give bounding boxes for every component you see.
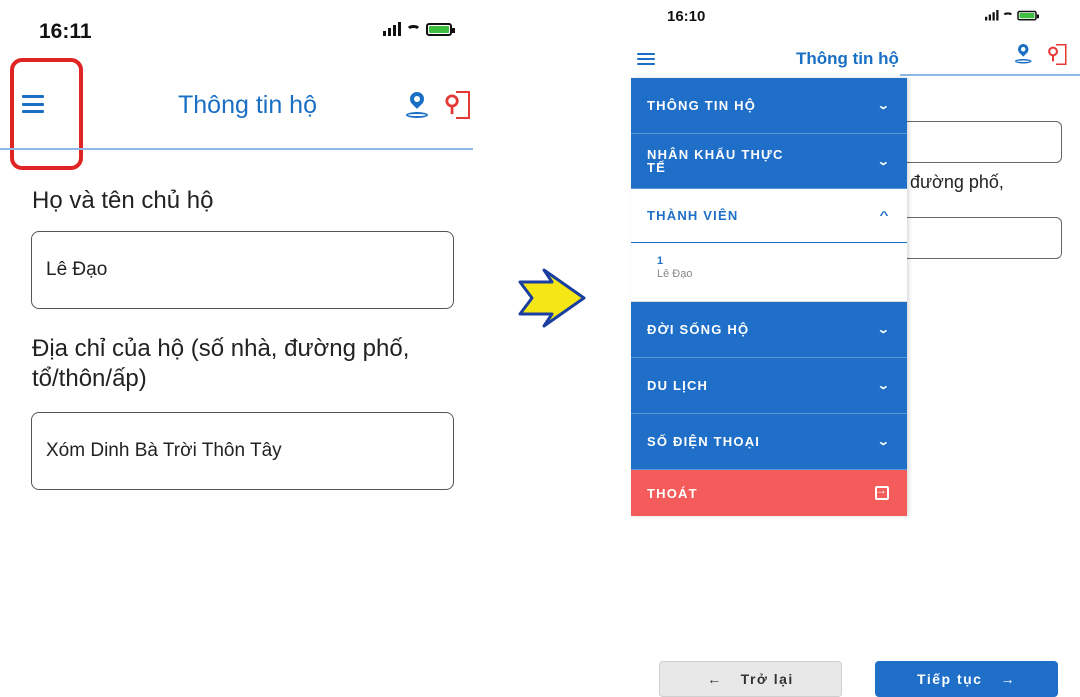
field-label-address-line1: Địa chỉ của hộ (số nhà, đường phố, xyxy=(32,335,410,362)
drawer-item-label: NHÂN KHẨU THỰC TẾ xyxy=(647,148,784,174)
chevron-down-icon: ⌄ xyxy=(876,380,892,392)
owner-name-value: Lê Đạo xyxy=(46,259,108,280)
drawer-item-household-info[interactable]: THÔNG TIN HỘ ⌄ xyxy=(631,78,907,134)
arrow-left-icon: ← xyxy=(707,671,723,687)
signal-icon xyxy=(985,10,999,21)
menu-icon[interactable] xyxy=(637,53,655,65)
field-label-owner: Họ và tên chủ hộ xyxy=(32,187,214,214)
drawer-item-label-line1: NHÂN KHẨU THỰC xyxy=(647,147,784,162)
battery-icon xyxy=(1017,10,1039,21)
location-pin-icon[interactable] xyxy=(406,89,428,118)
battery-icon xyxy=(426,23,455,36)
exit-icon[interactable]: ⚲ xyxy=(444,91,470,119)
drawer-item-actual-members[interactable]: NHÂN KHẨU THỰC TẾ ⌄ xyxy=(631,134,907,189)
owner-name-input[interactable]: Lê Đạo xyxy=(31,231,454,309)
drawer-item-label: SỐ ĐIỆN THOẠI xyxy=(647,434,761,449)
wifi-icon xyxy=(406,25,421,36)
next-button-label: Tiếp tục xyxy=(917,671,983,687)
address-value: Xóm Dinh Bà Trời Thôn Tây xyxy=(46,440,282,461)
exit-icon[interactable]: ⚲ xyxy=(1047,44,1067,65)
logout-icon xyxy=(875,483,889,500)
background-input[interactable] xyxy=(906,121,1062,163)
header-divider xyxy=(0,148,473,150)
drawer-exit-button[interactable]: THOÁT xyxy=(631,470,907,516)
chevron-down-icon: ⌄ xyxy=(876,324,892,336)
status-icons xyxy=(985,10,1039,21)
drawer-item-household-life[interactable]: ĐỜI SỐNG HỘ ⌄ xyxy=(631,302,907,358)
chevron-down-icon: ⌄ xyxy=(876,436,892,448)
chevron-up-icon: ^ xyxy=(879,209,891,222)
chevron-down-icon: ⌄ xyxy=(876,100,892,112)
page-title: Thông tin hộ xyxy=(796,49,899,68)
status-time: 16:11 xyxy=(39,20,92,43)
left-phone-screen: 16:11 Thông tin hộ ⚲ Họ và tên chủ hộ Lê… xyxy=(0,0,480,697)
signal-icon xyxy=(383,22,401,36)
drawer-exit-label: THOÁT xyxy=(647,485,698,501)
header-divider xyxy=(900,74,1080,76)
drawer-item-label: THÔNG TIN HỘ xyxy=(647,98,757,113)
chevron-down-icon: ⌄ xyxy=(876,155,892,168)
wifi-icon xyxy=(1002,12,1014,20)
address-input[interactable]: Xóm Dinh Bà Trời Thôn Tây xyxy=(31,412,454,490)
highlight-box xyxy=(10,58,83,170)
back-button-label: Trở lại xyxy=(740,671,794,687)
transition-arrow-icon xyxy=(518,268,586,328)
location-pin-icon[interactable] xyxy=(1015,41,1032,64)
drawer-item-label-line2: TẾ xyxy=(647,160,667,175)
member-number: 1 xyxy=(657,255,664,267)
next-button[interactable]: Tiếp tục → xyxy=(875,661,1058,697)
member-name: Lê Đạo xyxy=(657,268,693,280)
page-title: Thông tin hộ xyxy=(178,91,317,119)
back-button[interactable]: ← Trở lại xyxy=(659,661,842,697)
drawer-item-label: ĐỜI SỐNG HỘ xyxy=(647,322,750,337)
drawer-item-phone-number[interactable]: SỐ ĐIỆN THOẠI ⌄ xyxy=(631,414,907,470)
status-time: 16:10 xyxy=(667,8,706,25)
drawer-item-label: DU LỊCH xyxy=(647,378,709,393)
field-label-address-line2: tổ/thôn/ấp) xyxy=(32,365,147,392)
right-phone-screen: 16:10 Thông tin hộ ⚲ đường phố, THÔNG TI… xyxy=(610,0,1080,697)
drawer-item-tourism[interactable]: DU LỊCH ⌄ xyxy=(631,358,907,414)
member-list-item[interactable]: 1 Lê Đạo xyxy=(631,243,907,302)
status-icons xyxy=(383,22,455,36)
drawer-item-members[interactable]: THÀNH VIÊN ^ xyxy=(631,189,907,243)
background-input[interactable] xyxy=(906,217,1062,259)
background-address-label: đường phố, xyxy=(910,172,1004,192)
field-label-address: Địa chỉ của hộ (số nhà, đường phố, tổ/th… xyxy=(32,334,409,394)
navigation-drawer: THÔNG TIN HỘ ⌄ NHÂN KHẨU THỰC TẾ ⌄ THÀNH… xyxy=(631,78,907,516)
arrow-right-icon: → xyxy=(1000,671,1016,687)
drawer-item-label: THÀNH VIÊN xyxy=(647,208,739,223)
